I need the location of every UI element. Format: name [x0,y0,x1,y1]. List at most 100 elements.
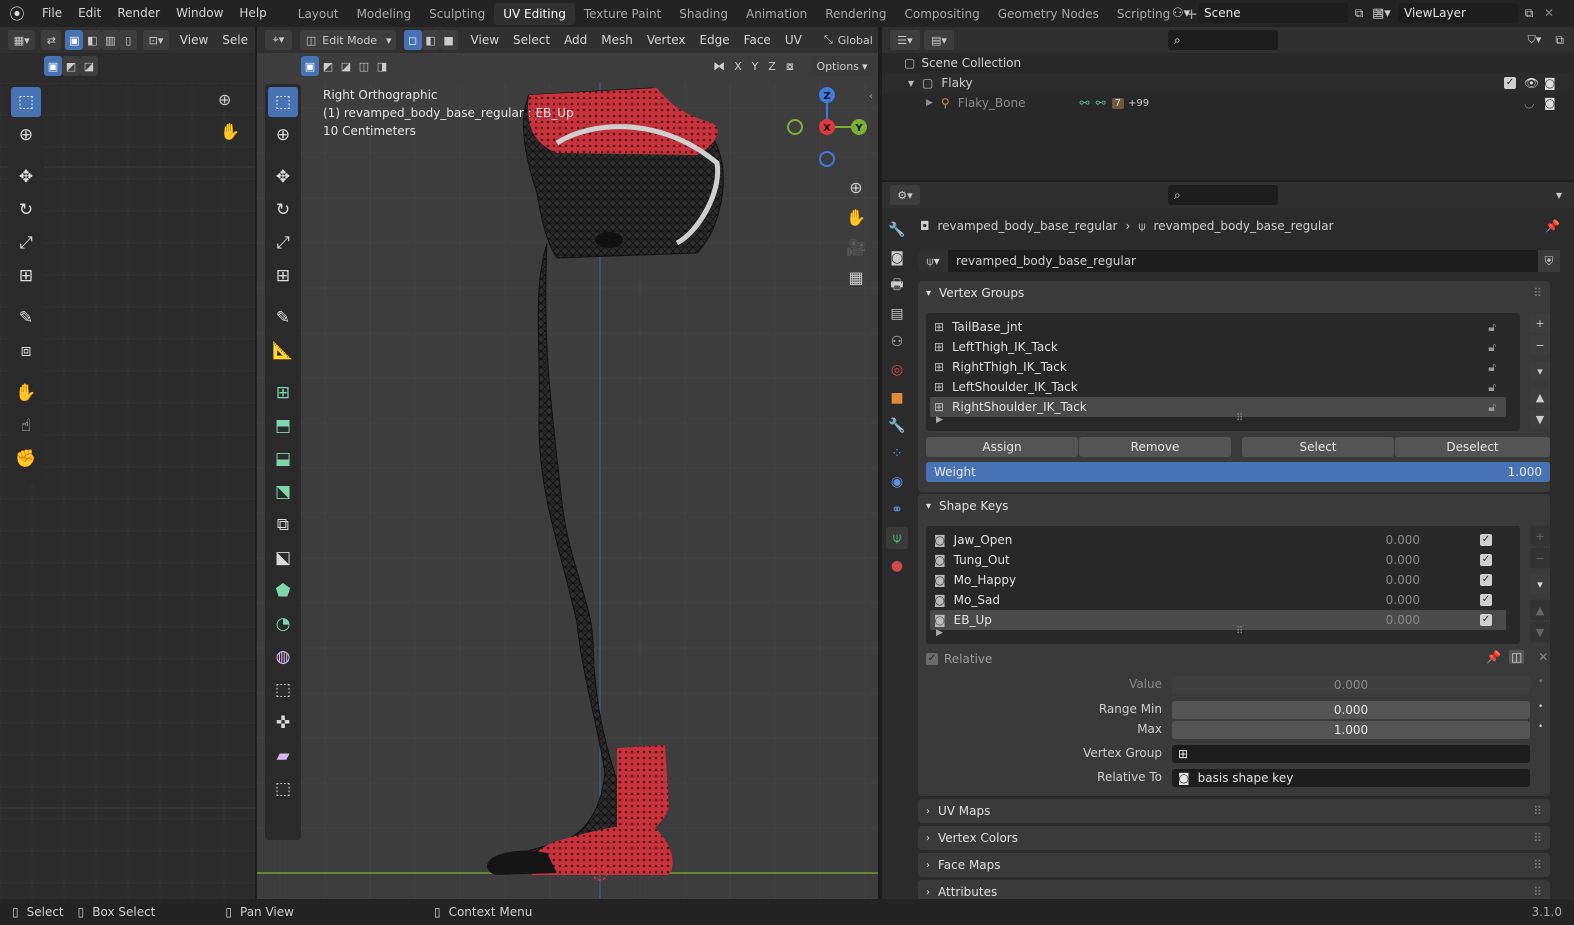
scale-tool-icon[interactable]: ⤢ [11,228,41,258]
face-mode-icon[interactable]: ■ [439,30,458,50]
deselect-button[interactable]: Deselect [1395,437,1550,457]
poly-build-tool-icon[interactable]: ⬟ [268,576,298,606]
mode-selector[interactable]: ◫ Edit Mode ▾ [299,30,396,50]
zoom-icon[interactable]: ⊕ [846,173,866,203]
list-filter-expand-icon[interactable]: ▶ [936,415,943,425]
outliner-row-flaky[interactable]: ▾ ▢ Flaky ✓ 👁 ◙ [882,73,1574,93]
panel-uv-maps[interactable]: › UV Maps ⠿ [918,799,1550,823]
measure-tool-icon[interactable]: 📐 [268,336,298,366]
range-min-field[interactable]: 0.000 [1172,701,1530,719]
expand-right-icon[interactable]: ▶ [926,98,933,108]
transform-orientation[interactable]: ⤡ Global [818,30,878,50]
move-up-icon[interactable]: ▲ [1530,387,1550,407]
viewport-scene[interactable] [257,83,878,899]
vertex-group-specials-icon[interactable]: ▾ [1530,361,1550,381]
drag-handle-icon[interactable]: ⠿ [1533,858,1542,872]
move-down-icon[interactable]: ▼ [1530,409,1550,429]
lock-icon[interactable]: 🔓︎ [1488,360,1496,375]
constraints-tab-icon[interactable]: ⚭ [886,499,908,521]
shape-key-mute-checkbox[interactable]: ✓ [1480,534,1492,546]
sticky-select-icon[interactable]: ⊡▾ [143,30,169,50]
outliner-row-flaky-bone[interactable]: ▶ ⚲ Flaky_Bone ⚯ ⚯ 7 +99 ◡ ◙ [882,93,1574,113]
properties-editor-type-icon[interactable]: ⚙▾ [890,185,920,205]
island-select-icon[interactable]: ▯ [119,30,138,50]
workspace-tab-uv-editing[interactable]: UV Editing [494,2,575,25]
view-layer-name-field[interactable]: ViewLayer [1398,3,1518,23]
lock-icon[interactable]: 🔓︎ [1488,400,1496,415]
object-tab-icon[interactable]: ■ [886,387,908,409]
edit-mode-shape-icon[interactable]: ◫ [1508,650,1525,664]
keyframe-dot-icon[interactable]: • [1538,702,1543,712]
add-shape-key-icon[interactable]: + [1530,526,1550,546]
knife-tool-icon[interactable]: ⬕ [268,543,298,573]
loop-cut-tool-icon[interactable]: ⧉ [268,510,298,540]
vertex-mode-icon[interactable]: ◻ [403,30,422,50]
workspace-tab-texture-paint[interactable]: Texture Paint [575,3,670,25]
shape-key-value[interactable]: 0.000 [1386,533,1420,547]
pan-hand-icon[interactable]: ✋ [220,122,240,141]
select-box-tool-icon[interactable]: ⬚ [268,87,298,117]
panel-vertex-colors[interactable]: › Vertex Colors ⠿ [918,826,1550,850]
scene-name-field[interactable]: Scene [1198,3,1348,23]
vertex-select-icon[interactable]: ▣ [65,30,84,50]
add-cube-tool-icon[interactable]: ⊞ [268,378,298,408]
vertex-group-row[interactable]: ⊞ LeftThigh_IK_Tack 🔓︎ [930,337,1506,357]
workspace-tab-shading[interactable]: Shading [670,3,737,25]
world-tab-icon[interactable]: ◎ [886,359,908,381]
new-view-layer-icon[interactable]: ⧉ [1518,6,1540,21]
view-layer-tab-icon[interactable]: ▤ [886,303,908,325]
mesh-data-selector[interactable]: ⍦▾ revamped_body_base_regular ⛨ [918,250,1560,272]
move-up-icon[interactable]: ▲ [1530,600,1550,620]
vertex-group-row[interactable]: ⊞ LeftShoulder_IK_Tack 🔓︎ [930,377,1506,397]
material-tab-icon[interactable]: ● [886,555,908,577]
extrude-tool-icon[interactable]: ⬒ [268,411,298,441]
visibility-eye-icon[interactable]: 👁 [1524,76,1539,90]
viewport-editor-type-icon[interactable]: ⌖▾ [265,30,292,50]
weight-slider[interactable]: Weight 1.000 [926,462,1550,482]
uv-menu-select[interactable]: Sele [215,33,255,47]
viewport-menu-mesh[interactable]: Mesh [594,33,640,47]
workspace-tab-rendering[interactable]: Rendering [816,3,895,25]
grid-perspective-icon[interactable]: ▦ [846,263,866,293]
shape-key-specials-icon[interactable]: ▾ [1530,574,1550,594]
snap-icon[interactable]: ⧇ [786,59,794,74]
list-filter-expand-icon[interactable]: ▶ [936,628,943,638]
remove-vertex-group-icon[interactable]: − [1530,335,1550,355]
edge-mode-icon[interactable]: ◧ [421,30,440,50]
rotate-tool-icon[interactable]: ↻ [268,195,298,225]
move-tool-icon[interactable]: ✥ [268,162,298,192]
rotate-tool-icon[interactable]: ↻ [11,195,41,225]
mirror-axis-x-button[interactable]: X [730,56,746,76]
physics-tab-icon[interactable]: ◉ [886,471,908,493]
mirror-axis-y-button[interactable]: Y [747,56,763,76]
shear-tool-icon[interactable]: ▰ [268,741,298,771]
expand-down-icon[interactable]: ▾ [908,76,914,90]
shape-key-mute-checkbox[interactable]: ✓ [1480,554,1492,566]
list-resize-handle-icon[interactable]: ⠿ [1236,413,1243,424]
shape-key-mute-checkbox[interactable]: ✓ [1480,614,1492,626]
delete-view-layer-icon[interactable]: ✕ [1540,6,1558,20]
workspace-tab-layout[interactable]: Layout [289,3,348,25]
pinch-tool-icon[interactable]: ✊ [11,444,41,474]
options-dropdown[interactable]: Options ▾ [811,56,873,76]
lock-icon[interactable]: 🔓︎ [1488,340,1496,355]
shape-key-value[interactable]: 0.000 [1386,573,1420,587]
uv-menu-view[interactable]: View [173,33,215,47]
shape-key-row[interactable]: ◙ Jaw_Open 0.000 ✓ [930,530,1506,550]
shape-key-mute-checkbox[interactable]: ✓ [1480,574,1492,586]
uv-new-selection-icon[interactable]: ▣ [44,56,62,76]
pin-icon[interactable]: 📌 [1545,219,1560,233]
fake-user-shield-icon[interactable]: ⛨ [1538,250,1560,272]
output-tab-icon[interactable]: 🖶 [886,275,908,297]
filter-icon[interactable]: ⛉▾ [1519,30,1550,50]
scene-icon[interactable]: ⚇▾ [1172,6,1198,21]
max-field[interactable]: 1.000 [1172,721,1530,739]
menu-render[interactable]: Render [109,0,168,27]
value-field[interactable]: 0.000 [1172,676,1530,694]
shrink-fatten-tool-icon[interactable]: ✜ [268,708,298,738]
viewport-menu-select[interactable]: Select [506,33,557,47]
vertex-groups-header[interactable]: ▾ Vertex Groups ⠿ [918,281,1550,305]
mesh-data-tab-icon[interactable]: ⍦ [886,527,908,549]
cursor-tool-icon[interactable]: ⊕ [11,120,41,150]
workspace-tab-compositing[interactable]: Compositing [895,3,988,25]
